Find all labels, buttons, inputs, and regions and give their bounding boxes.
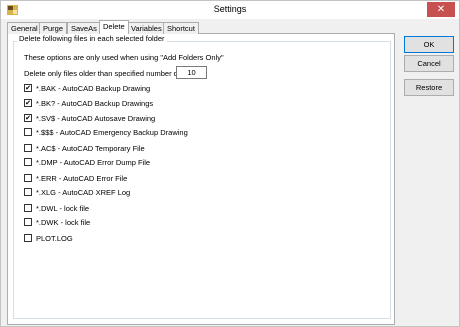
tab-purge[interactable]: Purge (39, 22, 68, 34)
group-caption: Delete following files in each selected … (17, 34, 167, 43)
close-button[interactable]: ✕ (427, 2, 455, 17)
days-input[interactable]: 10 (176, 66, 207, 79)
cancel-button[interactable]: Cancel (404, 55, 454, 72)
checkbox-unchecked[interactable] (24, 174, 32, 182)
settings-window: Settings ✕ General Purge SaveAs Delete V… (0, 0, 460, 327)
option-label: *.DWK - lock file (36, 218, 91, 227)
checkbox-checked[interactable]: ✔ (24, 99, 32, 107)
tab-saveas[interactable]: SaveAs (67, 22, 101, 34)
checkbox-unchecked[interactable] (24, 144, 32, 152)
option-label: *.DMP - AutoCAD Error Dump File (36, 158, 151, 167)
checkbox-unchecked[interactable] (24, 204, 32, 212)
option-label: *.SV$ - AutoCAD Autosave Drawing (36, 114, 156, 123)
options-note: These options are only used when using "… (24, 53, 224, 62)
checkbox-unchecked[interactable] (24, 188, 32, 196)
checkbox-checked[interactable]: ✔ (24, 114, 32, 122)
option-label: PLOT.LOG (36, 234, 73, 243)
tab-shortcut[interactable]: Shortcut (163, 22, 199, 34)
window-title: Settings (213, 4, 247, 14)
option-label: *.XLG - AutoCAD XREF Log (36, 188, 131, 197)
ok-button[interactable]: OK (404, 36, 454, 53)
option-label: *.BK? - AutoCAD Backup Drawings (36, 99, 154, 108)
option-label: *.DWL - lock file (36, 204, 90, 213)
option-label: *.BAK - AutoCAD Backup Drawing (36, 84, 151, 93)
option-label: *.ERR - AutoCAD Error File (36, 174, 128, 183)
checkbox-unchecked[interactable] (24, 128, 32, 136)
checkbox-unchecked[interactable] (24, 158, 32, 166)
option-label: *.$$$ - AutoCAD Emergency Backup Drawing (36, 128, 188, 137)
restore-button[interactable]: Restore (404, 79, 454, 96)
checkbox-unchecked[interactable] (24, 234, 32, 242)
option-label: *.AC$ - AutoCAD Temporary File (36, 144, 145, 153)
checkbox-unchecked[interactable] (24, 218, 32, 226)
checkbox-checked[interactable]: ✔ (24, 84, 32, 92)
days-label: Delete only files older than specified n… (24, 69, 190, 78)
tab-delete[interactable]: Delete (99, 20, 129, 34)
tab-variables[interactable]: Variables (127, 22, 166, 34)
title-bar: Settings ✕ (1, 1, 459, 19)
tab-general[interactable]: General (7, 22, 42, 34)
